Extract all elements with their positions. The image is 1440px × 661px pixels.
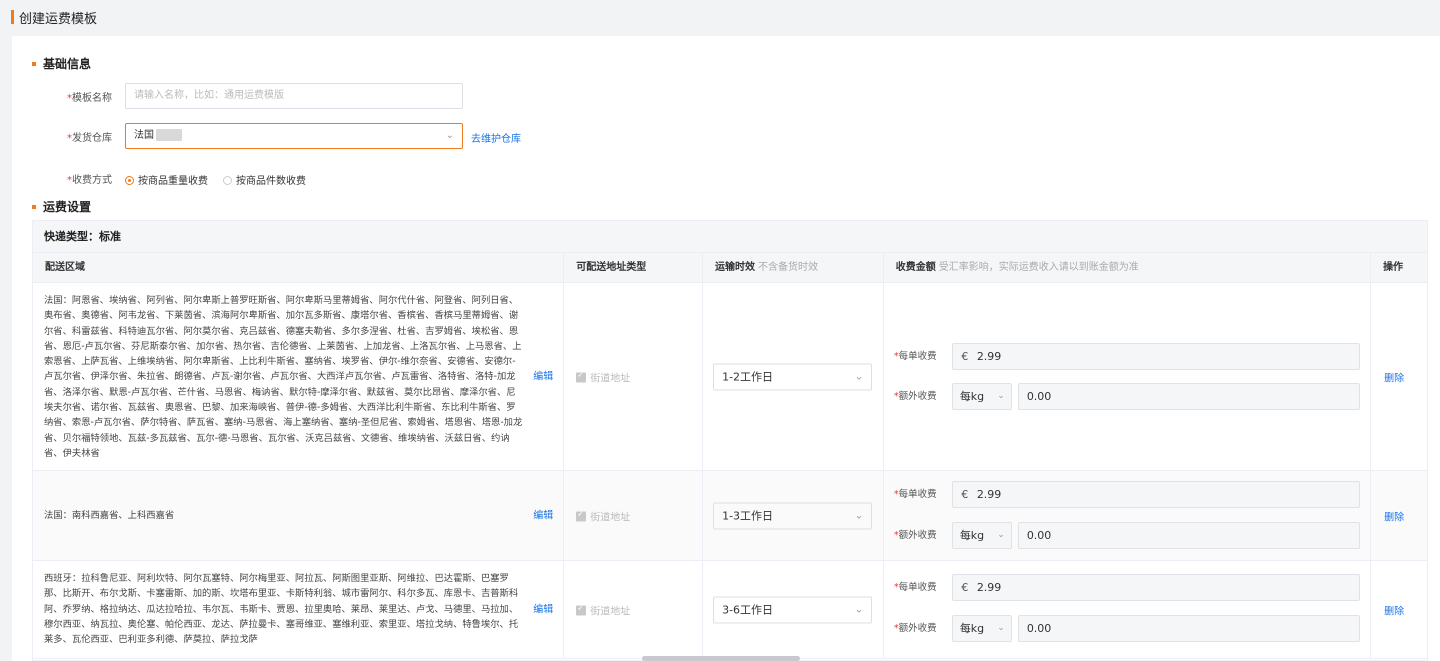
shipping-settings-heading: 运费设置 <box>32 198 91 215</box>
radio-unchecked-icon <box>223 175 232 185</box>
transit-time-select[interactable]: 1-2工作日 ⌄ <box>713 363 873 390</box>
op-cell: 删除 <box>1371 471 1427 560</box>
checkbox-icon <box>576 603 587 615</box>
area-text: 法国：阿恩省、埃纳省、阿列省、阿尔卑斯上普罗旺斯省、阿尔卑斯马里蒂姆省、阿尔代什… <box>44 295 523 459</box>
table-row: 法国：阿恩省、埃纳省、阿列省、阿尔卑斯上普罗旺斯省、阿尔卑斯马里蒂姆省、阿尔代什… <box>33 283 1427 471</box>
page-header: 创建运费模板 <box>0 0 1440 34</box>
per-order-input[interactable]: €2.99 <box>951 574 1360 601</box>
chevron-down-icon: ⌄ <box>997 391 1005 401</box>
per-order-input[interactable]: €2.99 <box>951 481 1360 508</box>
chevron-down-icon: ⌄ <box>997 530 1005 540</box>
transit-time-select[interactable]: 1-3工作日 ⌄ <box>713 502 873 529</box>
col-time: 运输时效 不含备货时效 <box>703 253 884 282</box>
transit-time-select[interactable]: 3-6工作日 ⌄ <box>713 596 873 623</box>
time-cell: 3-6工作日 ⌄ <box>703 561 884 658</box>
fee-cell: *每单收费 €2.99 *额外收费 每kg ⌄ 0.00 <box>884 471 1372 560</box>
chevron-down-icon: ⌄ <box>997 623 1005 633</box>
col-op: 操作 <box>1383 262 1404 273</box>
page-title: 创建运费模板 <box>19 12 98 27</box>
section-dot-icon <box>32 61 36 66</box>
area-text: 法国：南科西嘉省、上科西嘉省 <box>44 509 175 521</box>
extra-unit-select[interactable]: 每kg ⌄ <box>951 383 1012 410</box>
time-cell: 1-3工作日 ⌄ <box>703 471 884 560</box>
courier-type: 快递类型：标准 <box>33 221 1427 253</box>
extra-unit-select[interactable]: 每kg ⌄ <box>951 615 1012 642</box>
table-header: 配送区域 可配送地址类型 运输时效 不含备货时效 收费金额 受汇率影响，实际运费收入… <box>33 253 1427 283</box>
street-address-checkbox[interactable]: 街道地址 <box>576 369 630 384</box>
extra-fee-input[interactable]: 0.00 <box>1017 522 1360 549</box>
time-cell: 1-2工作日 ⌄ <box>703 283 884 470</box>
template-name-input[interactable]: 请输入名称，比如：通用运费模版 <box>125 83 463 109</box>
maintain-warehouse-link[interactable]: 去维护仓库 <box>471 130 521 145</box>
fee-cell: *每单收费 €2.99 *额外收费 每kg ⌄ 0.00 <box>884 283 1372 470</box>
warehouse-label: *发货仓库 <box>67 133 112 144</box>
table-row: 西班牙：拉科鲁尼亚、阿利坎特、阿尔瓦塞特、阿尔梅里亚、阿拉瓦、阿斯图里亚斯、阿维… <box>33 561 1427 659</box>
radio-charge-weight[interactable]: 按商品重量收费 <box>125 172 208 187</box>
col-area: 配送区域 <box>33 253 565 282</box>
op-cell: 删除 <box>1371 283 1427 470</box>
chevron-down-icon: ⌄ <box>854 510 864 521</box>
section-dot-icon <box>32 204 36 209</box>
street-address-checkbox[interactable]: 街道地址 <box>576 602 630 617</box>
form-card: 基础信息 *模板名称 请输入名称，比如：通用运费模版 *发货仓库 法国 ⌄ 去维… <box>12 36 1440 661</box>
horizontal-scrollbar[interactable] <box>642 656 800 661</box>
per-order-input[interactable]: €2.99 <box>951 343 1360 370</box>
radio-checked-icon <box>125 175 134 185</box>
fee-cell: *每单收费 €2.99 *额外收费 每kg ⌄ 0.00 <box>884 561 1372 658</box>
area-text: 西班牙：拉科鲁尼亚、阿利坎特、阿尔瓦塞特、阿尔梅里亚、阿拉瓦、阿斯图里亚斯、阿维… <box>44 573 519 646</box>
shipping-table: 快递类型：标准 配送区域 可配送地址类型 运输时效 不含备货时效 收费金额 受汇率影… <box>32 220 1428 661</box>
redacted-block <box>156 129 182 141</box>
col-addr-type: 可配送地址类型 <box>564 253 704 282</box>
chevron-down-icon: ⌄ <box>445 130 454 141</box>
delete-link[interactable]: 删除 <box>1384 369 1404 384</box>
warehouse-select[interactable]: 法国 ⌄ <box>125 123 463 149</box>
table-row: 法国：南科西嘉省、上科西嘉省 编辑 街道地址 1-3工作日⌄ *每单收费 €2.… <box>33 471 1427 561</box>
addr-type-cell: 街道地址 <box>564 471 704 560</box>
area-cell: 法国：阿恩省、埃纳省、阿列省、阿尔卑斯上普罗旺斯省、阿尔卑斯马里蒂姆省、阿尔代什… <box>33 283 565 470</box>
title-accent-bar <box>11 10 14 24</box>
area-cell: 法国：南科西嘉省、上科西嘉省 编辑 <box>33 471 565 560</box>
addr-type-cell: 街道地址 <box>564 561 704 658</box>
edit-area-link[interactable]: 编辑 <box>533 369 553 384</box>
chevron-down-icon: ⌄ <box>854 371 864 382</box>
charge-method-label: *收费方式 <box>67 175 112 186</box>
col-fee: 收费金额 受汇率影响，实际运费收入请以到账金额为准 <box>884 253 1372 282</box>
warehouse-value: 法国 <box>134 130 154 141</box>
extra-fee-input[interactable]: 0.00 <box>1017 383 1360 410</box>
delete-link[interactable]: 删除 <box>1384 602 1404 617</box>
template-name-label: *模板名称 <box>67 93 112 104</box>
checkbox-icon <box>576 370 587 382</box>
edit-area-link[interactable]: 编辑 <box>533 508 553 523</box>
checkbox-icon <box>576 509 587 521</box>
street-address-checkbox[interactable]: 街道地址 <box>576 508 630 523</box>
area-cell: 西班牙：拉科鲁尼亚、阿利坎特、阿尔瓦塞特、阿尔梅里亚、阿拉瓦、阿斯图里亚斯、阿维… <box>33 561 565 658</box>
extra-unit-select[interactable]: 每kg ⌄ <box>951 522 1012 549</box>
delete-link[interactable]: 删除 <box>1384 508 1404 523</box>
extra-fee-input[interactable]: 0.00 <box>1017 615 1360 642</box>
radio-charge-quantity[interactable]: 按商品件数收费 <box>223 172 306 187</box>
basic-info-heading: 基础信息 <box>32 55 91 72</box>
op-cell: 删除 <box>1371 561 1427 658</box>
addr-type-cell: 街道地址 <box>564 283 704 470</box>
chevron-down-icon: ⌄ <box>854 604 864 615</box>
edit-area-link[interactable]: 编辑 <box>533 602 553 617</box>
